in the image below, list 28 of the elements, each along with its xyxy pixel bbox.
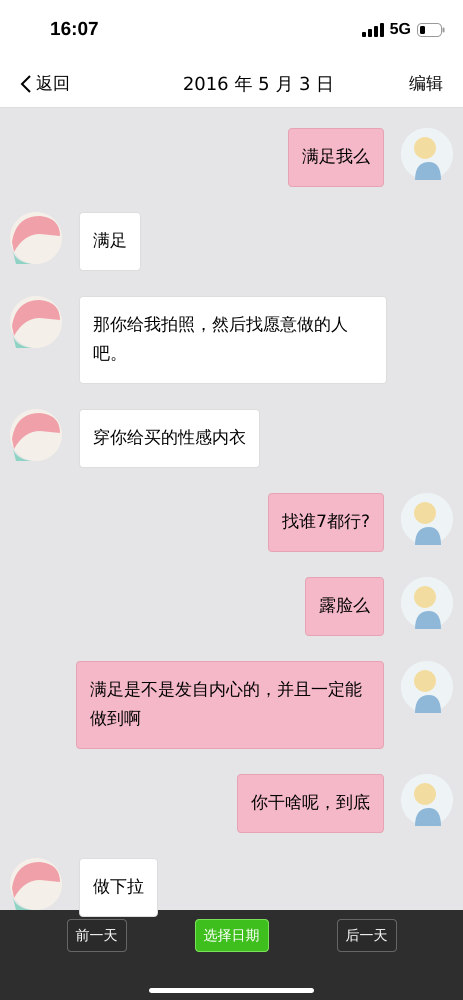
toolbar-button[interactable]: 前一天 [66, 919, 126, 952]
message-bubble: 满足 [79, 212, 141, 271]
back-button[interactable]: 返回 [20, 72, 70, 95]
avatar-icon [401, 661, 453, 713]
battery-icon [417, 23, 445, 37]
avatar-icon [10, 296, 62, 348]
avatar-icon [401, 577, 453, 629]
signal-icon [362, 23, 384, 37]
message-bubble: 满足我么 [288, 128, 384, 187]
nav-title: 2016 年 5 月 3 日 [182, 72, 334, 96]
network-label: 5G [390, 21, 411, 39]
message-bubble: 穿你给买的性感内衣 [79, 409, 260, 468]
message-bubble: 那你给我拍照，然后找愿意做的人吧。 [79, 296, 387, 384]
avatar-icon [401, 774, 453, 826]
status-time: 16:07 [50, 19, 99, 41]
toolbar-button[interactable]: 后一天 [336, 919, 396, 952]
message-bubble: 你干啥呢，到底 [237, 774, 384, 833]
avatar-icon [401, 493, 453, 545]
avatar-icon [10, 858, 62, 910]
message-bubble: 露脸么 [305, 577, 384, 636]
chevron-left-icon [20, 74, 32, 94]
avatar-icon [401, 128, 453, 180]
edit-button[interactable]: 编辑 [408, 72, 443, 95]
message-bubble: 满足是不是发自内心的，并且一定能做到啊 [76, 661, 384, 749]
message-bubble: 找谁7都行? [268, 493, 384, 552]
avatar-icon [10, 409, 62, 461]
message-bubble: 做下拉 [79, 858, 158, 917]
avatar-icon [10, 212, 62, 264]
